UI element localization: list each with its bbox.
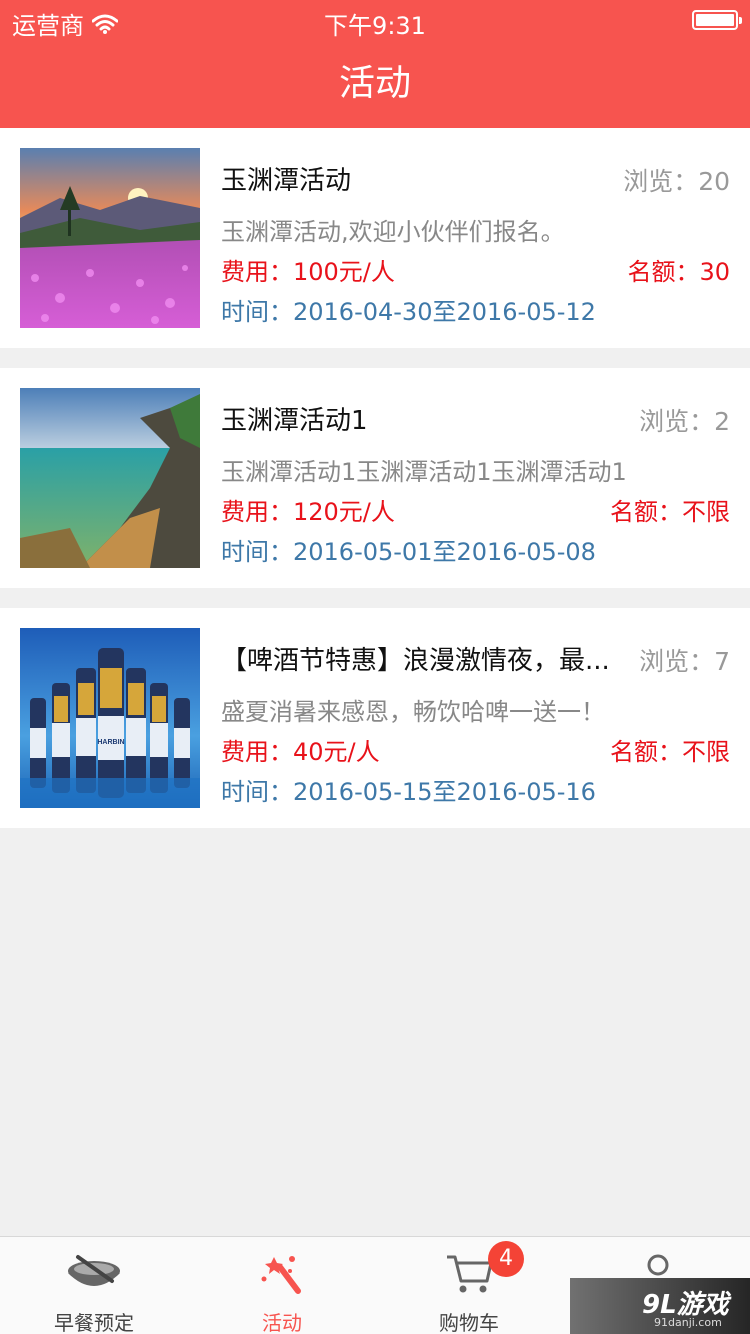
tab-label: 购物车 (439, 1311, 499, 1334)
activity-quota: 名额：不限 (610, 738, 730, 766)
activity-quota: 名额：30 (627, 258, 730, 286)
page-title: 活动 (338, 63, 411, 104)
activity-title: 玉渊潭活动1 (221, 406, 368, 436)
activity-list: 玉渊潭活动 浏览：20 玉渊潭活动,欢迎小伙伴们报名。 费用：100元/人 名额… (0, 128, 750, 848)
tab-label: 活动 (262, 1311, 302, 1334)
activity-card[interactable]: 玉渊潭活动 浏览：20 玉渊潭活动,欢迎小伙伴们报名。 费用：100元/人 名额… (0, 128, 750, 348)
activity-fee: 费用：40元/人 (221, 738, 380, 766)
activity-time: 时间：2016-04-30至2016-05-12 (221, 298, 596, 326)
activity-fee: 费用：100元/人 (221, 258, 395, 286)
activity-card[interactable]: 玉渊潭活动1 浏览：2 玉渊潭活动1玉渊潭活动1玉渊潭活动1 费用：120元/人… (0, 368, 750, 588)
battery-icon (692, 10, 742, 30)
activity-title: 玉渊潭活动 (221, 166, 352, 196)
tab-activities[interactable]: 活动 (188, 1237, 376, 1334)
food-bowl-icon (68, 1255, 120, 1286)
view-count: 浏览：20 (623, 167, 730, 196)
activity-description: 玉渊潭活动,欢迎小伙伴们报名。 (221, 218, 565, 246)
site-watermark: 9L游戏 91danji.com (570, 1278, 750, 1334)
view-count: 浏览：2 (639, 407, 730, 436)
activity-time: 时间：2016-05-15至2016-05-16 (221, 778, 596, 806)
activity-image-flower-field (20, 148, 200, 328)
activity-image-beer-bottles: HARBIN (20, 628, 200, 808)
tab-cart[interactable]: 购物车 (375, 1237, 563, 1334)
activity-time: 时间：2016-05-01至2016-05-08 (221, 538, 596, 566)
activity-description: 盛夏消暑来感恩，畅饮哈啤一送一！ (221, 698, 605, 726)
svg-text:HARBIN: HARBIN (97, 739, 124, 746)
cart-count-badge: 4 (488, 1241, 524, 1277)
status-bar: 运营商 下午9:31 (0, 0, 750, 40)
activity-description: 玉渊潭活动1玉渊潭活动1玉渊潭活动1 (221, 458, 627, 486)
activity-image-coastal-lake (20, 388, 200, 568)
nav-bar: 活动 (0, 40, 750, 128)
tab-breakfast-booking[interactable]: 早餐预定 (0, 1237, 188, 1334)
tab-label: 早餐预定 (54, 1311, 134, 1334)
watermark-domain: 91danji.com (654, 1316, 722, 1329)
activity-quota: 名额：不限 (610, 498, 730, 526)
activity-card[interactable]: HARBIN 【啤酒节特惠】浪漫激情夜，最... 浏览：7 盛夏消暑来感恩，畅饮… (0, 608, 750, 828)
activity-fee: 费用：120元/人 (221, 498, 395, 526)
view-count: 浏览：7 (639, 647, 730, 676)
magic-wand-icon (261, 1256, 301, 1294)
status-time: 下午9:31 (324, 12, 426, 40)
activity-title: 【啤酒节特惠】浪漫激情夜，最... (221, 646, 610, 676)
